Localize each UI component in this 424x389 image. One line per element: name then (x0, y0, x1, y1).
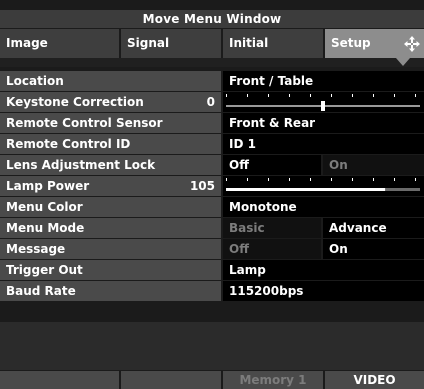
row-message[interactable]: Message Off On (0, 239, 424, 259)
row-remote-control-sensor[interactable]: Remote Control Sensor Front & Rear (0, 113, 424, 133)
tab-setup[interactable]: Setup (325, 29, 424, 58)
footer-blank-cell (121, 371, 221, 389)
active-tab-pointer (396, 58, 410, 66)
keystone-value: 0 (206, 95, 215, 109)
trigger-out-value[interactable]: Lamp (223, 260, 424, 280)
lamp-power-slider-fill (226, 188, 386, 191)
trigger-out-label: Trigger Out (0, 260, 221, 280)
menu-color-value[interactable]: Monotone (223, 197, 424, 217)
menu-mode-option-advance[interactable]: Advance (323, 218, 424, 238)
message-option-on[interactable]: On (323, 239, 424, 259)
lamp-power-value: 105 (189, 179, 215, 193)
keystone-slider-thumb[interactable] (321, 101, 325, 111)
row-trigger-out[interactable]: Trigger Out Lamp (0, 260, 424, 280)
remote-id-label: Remote Control ID (0, 134, 221, 154)
baud-rate-value[interactable]: 115200bps (223, 281, 424, 301)
menu-mode-option-basic[interactable]: Basic (223, 218, 321, 238)
window-title[interactable]: Move Menu Window (0, 10, 424, 28)
menu-mode-label: Menu Mode (0, 218, 221, 238)
lamp-power-label: Lamp Power 105 (0, 176, 221, 196)
row-baud-rate[interactable]: Baud Rate 115200bps (0, 281, 424, 301)
row-menu-color[interactable]: Menu Color Monotone (0, 197, 424, 217)
tab-setup-label: Setup (331, 36, 371, 50)
tab-signal-label: Signal (127, 36, 170, 50)
lens-lock-label: Lens Adjustment Lock (0, 155, 221, 175)
lens-lock-option-off[interactable]: Off (223, 155, 321, 175)
location-value[interactable]: Front / Table (223, 71, 424, 91)
tab-initial[interactable]: Initial (223, 29, 323, 58)
row-lens-adjustment-lock[interactable]: Lens Adjustment Lock Off On (0, 155, 424, 175)
tab-initial-label: Initial (229, 36, 269, 50)
lamp-power-slider-track[interactable] (223, 176, 424, 196)
four-arrows-move-icon[interactable] (404, 36, 420, 52)
keystone-label-text: Keystone Correction (6, 95, 144, 109)
remote-sensor-value[interactable]: Front & Rear (223, 113, 424, 133)
tab-spacer (0, 58, 424, 67)
tab-image-label: Image (6, 36, 48, 50)
footer-blank-cell (0, 371, 119, 389)
message-label: Message (0, 239, 221, 259)
row-keystone-correction[interactable]: Keystone Correction 0 (0, 92, 424, 112)
lens-lock-option-on[interactable]: On (323, 155, 424, 175)
keystone-slider-track[interactable] (223, 92, 424, 112)
remote-sensor-label: Remote Control Sensor (0, 113, 221, 133)
empty-menu-area (0, 322, 424, 370)
row-menu-mode[interactable]: Menu Mode Basic Advance (0, 218, 424, 238)
location-label: Location (0, 71, 221, 91)
osd-menu-window: Move Menu Window Image Signal Initial Se… (0, 0, 424, 389)
row-location[interactable]: Location Front / Table (0, 71, 424, 91)
row-remote-control-id[interactable]: Remote Control ID ID 1 (0, 134, 424, 154)
lamp-power-slider[interactable] (223, 176, 424, 196)
remote-id-value[interactable]: ID 1 (223, 134, 424, 154)
footer-source: VIDEO (325, 371, 424, 389)
status-footer: Memory 1 VIDEO (0, 371, 424, 389)
footer-memory: Memory 1 (223, 371, 323, 389)
lamp-power-label-text: Lamp Power (6, 179, 90, 193)
message-option-off[interactable]: Off (223, 239, 321, 259)
row-lamp-power[interactable]: Lamp Power 105 (0, 176, 424, 196)
tab-bar: Image Signal Initial Setup (0, 29, 424, 58)
baud-rate-label: Baud Rate (0, 281, 221, 301)
keystone-label: Keystone Correction 0 (0, 92, 221, 112)
menu-color-label: Menu Color (0, 197, 221, 217)
tab-signal[interactable]: Signal (121, 29, 221, 58)
tab-image[interactable]: Image (0, 29, 119, 58)
keystone-slider[interactable] (223, 92, 424, 112)
